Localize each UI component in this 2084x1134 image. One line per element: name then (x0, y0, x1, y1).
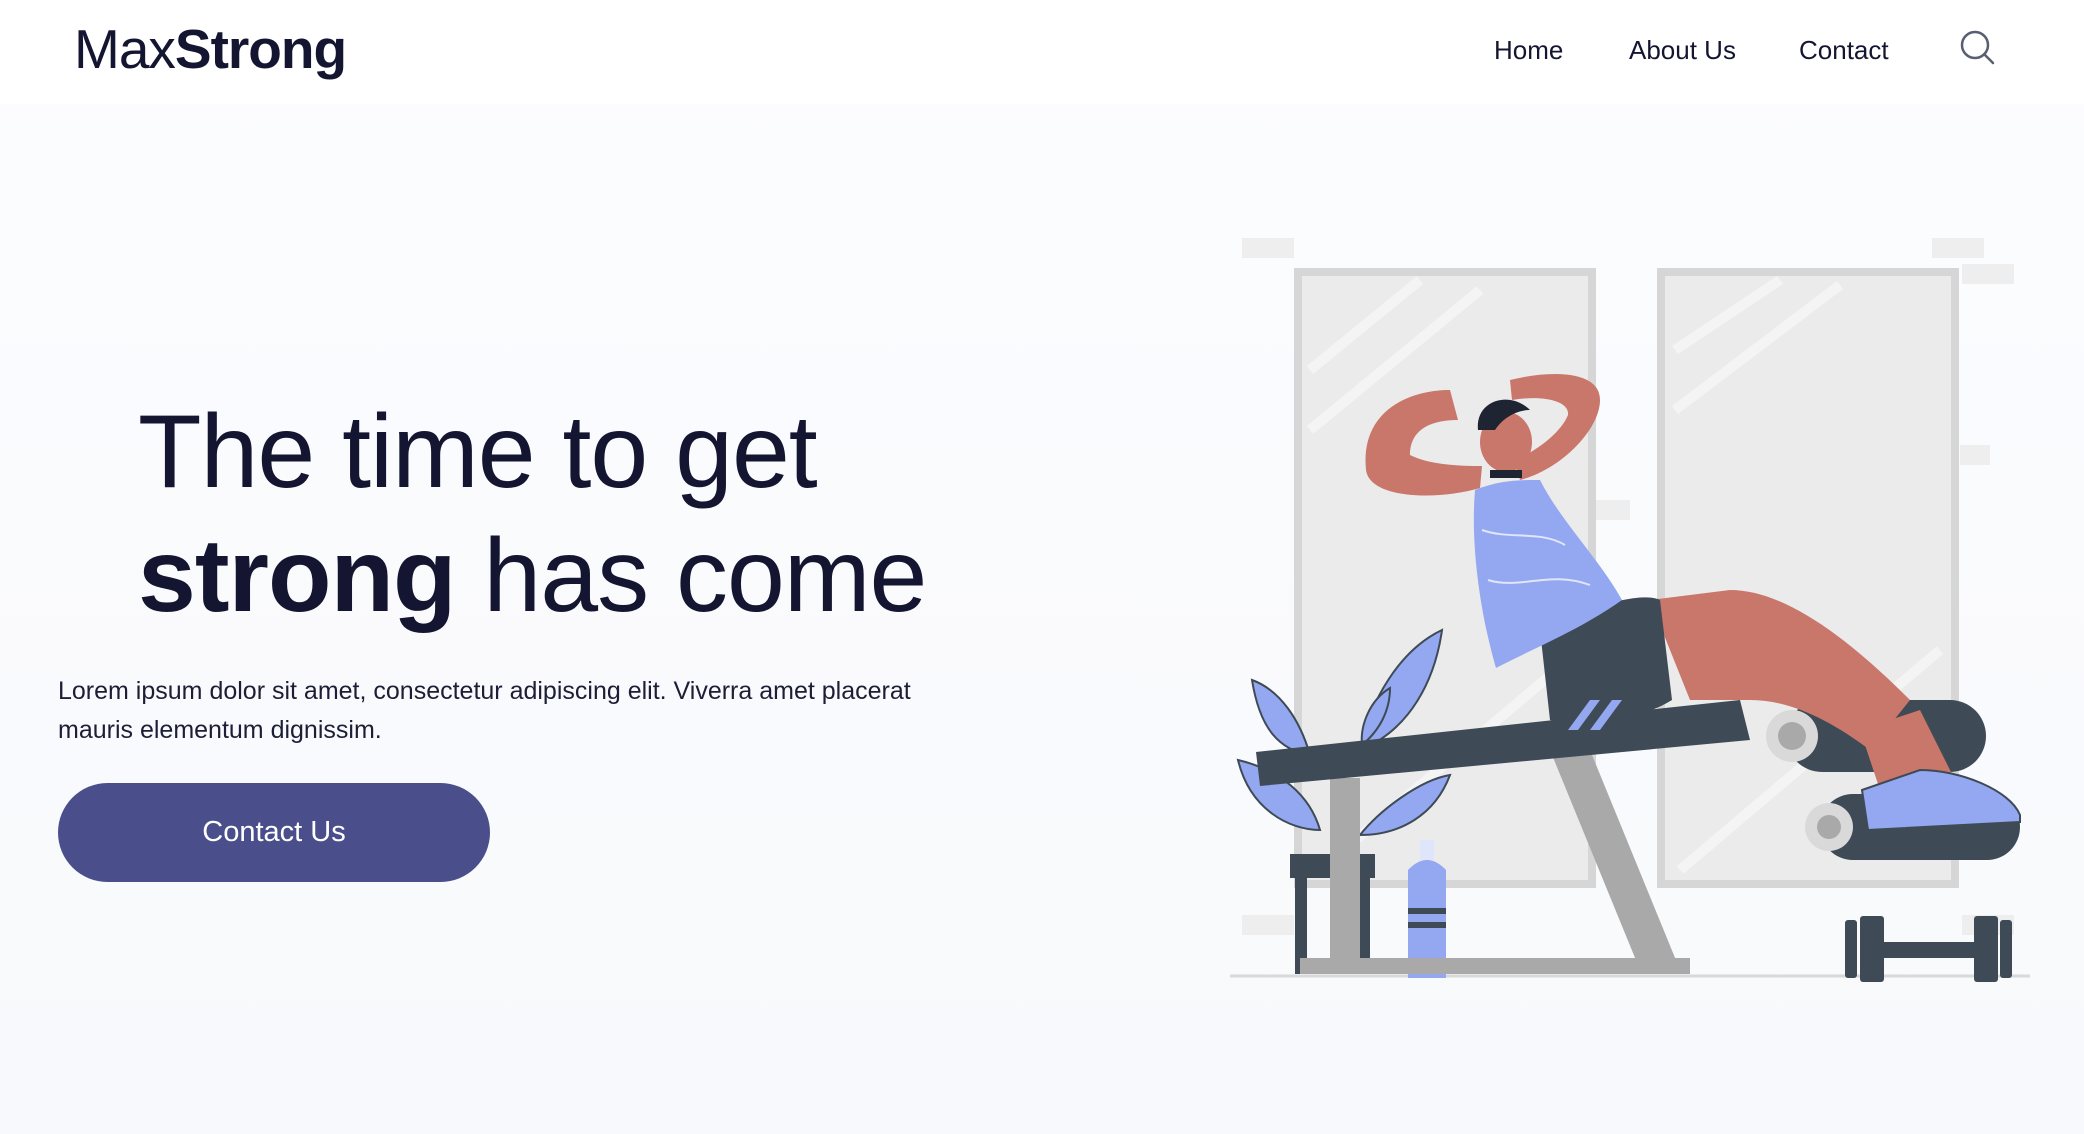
headline-bold-word: strong (138, 518, 457, 634)
hero-description: Lorem ipsum dolor sit amet, consectetur … (58, 677, 911, 744)
page: MaxStrong Home About Us Contact The time… (0, 0, 2084, 1134)
headline-rest: has come (455, 518, 927, 634)
site-header: MaxStrong Home About Us Contact (0, 0, 2084, 104)
contact-us-button[interactable]: Contact Us (58, 783, 490, 882)
logo-light-text: Max (74, 18, 176, 80)
nav-link-about-us[interactable]: About Us (1629, 28, 1736, 72)
search-icon[interactable] (1958, 28, 1998, 68)
logo[interactable]: MaxStrong (74, 14, 347, 84)
nav-link-home[interactable]: Home (1494, 28, 1563, 72)
nav-link-contact[interactable]: Contact (1799, 28, 1889, 72)
hero-headline: The time to get strong has come (138, 390, 927, 638)
workout-illustration (1220, 230, 2040, 990)
headline-line-1: The time to get (138, 394, 818, 510)
logo-bold-text: Strong (174, 18, 347, 80)
